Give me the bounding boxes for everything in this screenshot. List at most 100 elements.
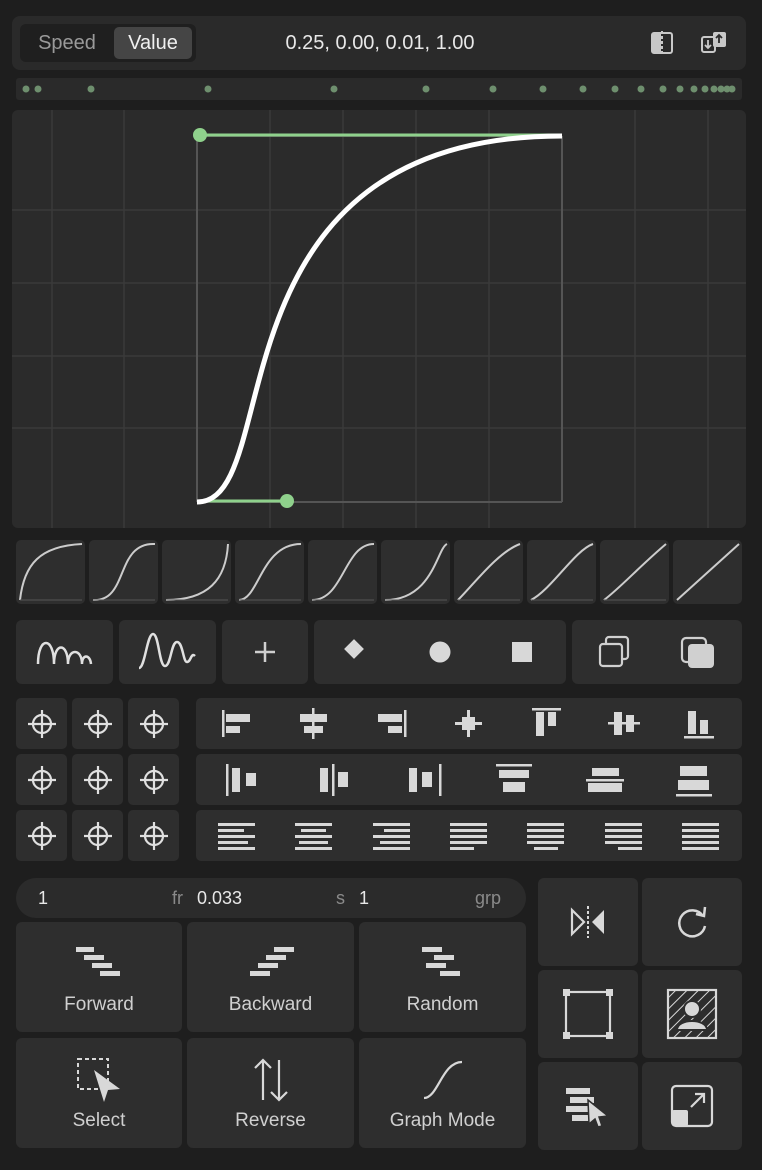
refresh-button[interactable]: [642, 878, 742, 966]
preset-linear-ease-3[interactable]: [600, 540, 669, 604]
add-button[interactable]: [222, 620, 308, 684]
anchor-middle-right[interactable]: [128, 754, 179, 805]
mask-person-icon: [666, 988, 718, 1040]
timeline-strip[interactable]: [16, 78, 742, 100]
text-align-center-icon[interactable]: [295, 823, 332, 850]
backward-stagger-icon: [249, 947, 294, 976]
curve-values-readout[interactable]: 0.25, 0.00, 0.01, 1.00: [220, 26, 540, 60]
curve-graph[interactable]: [12, 110, 746, 528]
anchor-bottom-center[interactable]: [72, 810, 123, 861]
diamond-keyframe-icon[interactable]: [344, 639, 364, 659]
align-bottom-icon[interactable]: [684, 711, 714, 739]
distribute-row: [196, 754, 742, 805]
tab-speed[interactable]: Speed: [24, 27, 110, 59]
ease-in-out-4-icon: [384, 543, 448, 601]
copy-paste-group: [572, 620, 742, 684]
align-right-icon[interactable]: [378, 710, 407, 737]
easing-curve: [196, 133, 563, 505]
reverse-arrows-icon: [253, 1058, 288, 1102]
distribute-bottom-icon[interactable]: [676, 766, 712, 797]
graph-mode-button[interactable]: Graph Mode: [359, 1038, 526, 1148]
preset-ease-in-out-4[interactable]: [381, 540, 450, 604]
keyframe-shape-group: [314, 620, 566, 684]
linear-ease-3-icon: [603, 543, 667, 601]
preset-linear-ease-2[interactable]: [527, 540, 596, 604]
anchor-bottom-right[interactable]: [128, 810, 179, 861]
handle-start[interactable]: [280, 494, 294, 508]
mirror-button[interactable]: [538, 878, 638, 966]
justify-center-icon[interactable]: [527, 823, 564, 850]
preset-ease-out[interactable]: [16, 540, 85, 604]
align-top-icon[interactable]: [532, 708, 561, 736]
crosshair-icon: [84, 766, 112, 794]
anchor-bottom-left[interactable]: [16, 810, 67, 861]
justify-right-icon[interactable]: [605, 823, 642, 850]
tab-value[interactable]: Value: [114, 27, 192, 59]
distribute-right-icon[interactable]: [409, 764, 442, 796]
align-left-icon[interactable]: [222, 710, 250, 737]
align-center-h-icon[interactable]: [300, 708, 327, 739]
crosshair-icon: [84, 710, 112, 738]
anchor-top-right[interactable]: [128, 698, 179, 749]
distribute-top-icon[interactable]: [496, 764, 532, 792]
text-align-left-icon[interactable]: [218, 823, 255, 850]
preset-linear-ease[interactable]: [454, 540, 523, 604]
offset-value-input[interactable]: 1: [38, 878, 48, 918]
preset-linear[interactable]: [673, 540, 742, 604]
split-view-icon[interactable]: [646, 28, 678, 58]
justify-all-icon[interactable]: [682, 823, 719, 850]
group-unit-label: grp: [475, 888, 502, 908]
backward-label: Backward: [228, 994, 313, 1015]
preset-ease-in-out[interactable]: [89, 540, 158, 604]
forward-button[interactable]: Forward: [16, 922, 182, 1032]
swap-order-icon[interactable]: [698, 28, 730, 58]
wiggle-icon: [138, 632, 196, 670]
preset-ease-in[interactable]: [162, 540, 231, 604]
ease-in-icon: [165, 543, 229, 601]
preset-ease-in-out-3[interactable]: [308, 540, 377, 604]
linear-icon: [676, 543, 740, 601]
bounding-box-button[interactable]: [538, 970, 638, 1058]
select-cursor-icon: [77, 1058, 120, 1102]
duration-value-input[interactable]: 0.033: [197, 878, 242, 918]
backward-button[interactable]: Backward: [187, 922, 354, 1032]
align-row: [196, 698, 742, 749]
layer-select-button[interactable]: [538, 1062, 638, 1150]
anchor-top-center[interactable]: [72, 698, 123, 749]
square-keyframe-icon[interactable]: [512, 642, 532, 662]
distribute-left-icon[interactable]: [226, 764, 256, 796]
bounce-button[interactable]: [16, 620, 113, 684]
handle-end[interactable]: [193, 128, 207, 142]
align-center-v-icon[interactable]: [608, 712, 640, 735]
anchor-top-left[interactable]: [16, 698, 67, 749]
distribute-center-h-icon[interactable]: [320, 764, 348, 796]
forward-stagger-icon: [76, 947, 120, 976]
paste-icon[interactable]: [680, 636, 714, 668]
anchor-center[interactable]: [72, 754, 123, 805]
wiggle-button[interactable]: [119, 620, 216, 684]
copy-icon[interactable]: [598, 635, 630, 668]
center-cross-icon[interactable]: [455, 710, 482, 737]
preset-ease-in-out-2[interactable]: [235, 540, 304, 604]
graph-mode-label: Graph Mode: [389, 1110, 496, 1131]
random-stagger-icon: [421, 947, 460, 976]
reverse-button[interactable]: Reverse: [187, 1038, 354, 1148]
circle-keyframe-icon[interactable]: [429, 641, 451, 663]
mask-button[interactable]: [642, 970, 742, 1058]
group-value-input[interactable]: 1: [359, 878, 369, 918]
stagger-settings-field: 1 fr 0.033 s 1 grp: [16, 878, 526, 918]
ease-in-out-3-icon: [311, 543, 375, 601]
crosshair-icon: [140, 710, 168, 738]
bounce-icon: [36, 642, 93, 665]
add-icon: [255, 642, 275, 662]
random-button[interactable]: Random: [359, 922, 526, 1032]
text-align-right-icon[interactable]: [373, 823, 410, 850]
crosshair-icon: [28, 766, 56, 794]
distribute-center-v-icon[interactable]: [586, 768, 624, 792]
anchor-middle-left[interactable]: [16, 754, 67, 805]
reverse-label: Reverse: [235, 1110, 306, 1131]
graph-grid: [12, 110, 746, 528]
expand-button[interactable]: [642, 1062, 742, 1150]
justify-left-icon[interactable]: [450, 823, 487, 850]
select-button[interactable]: Select: [16, 1038, 182, 1148]
